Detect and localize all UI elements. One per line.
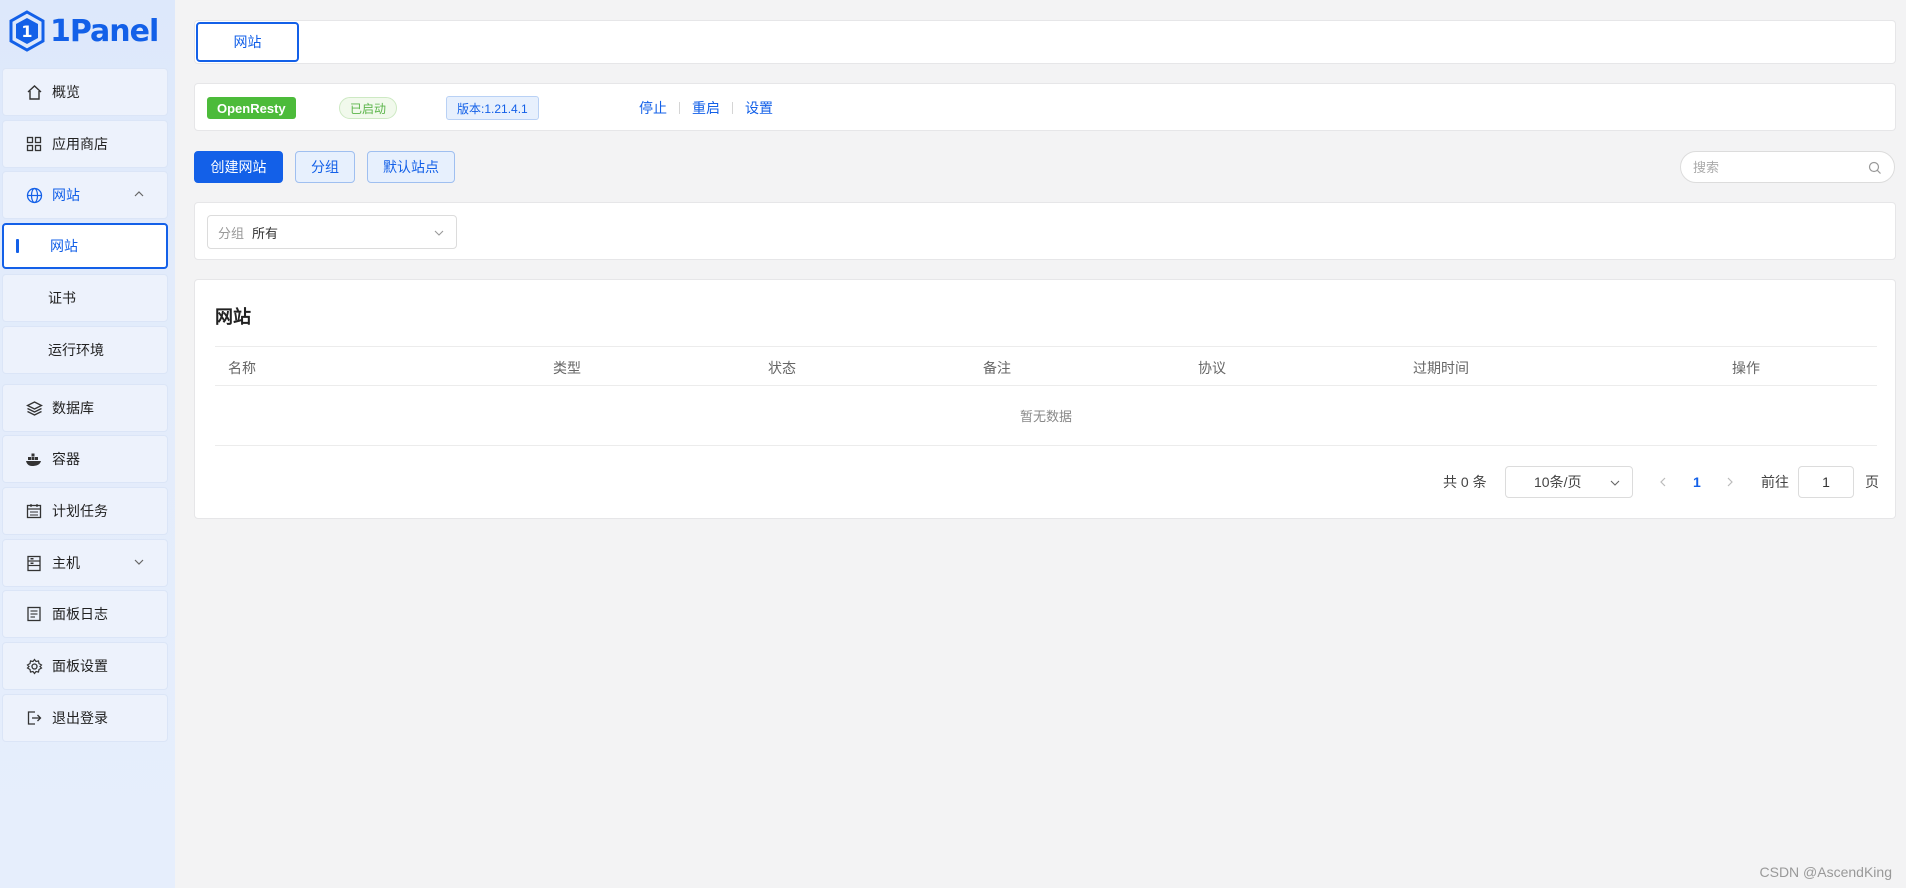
column-header-name[interactable]: 名称	[228, 358, 256, 378]
sidebar-item-label: 主机	[52, 555, 80, 571]
restart-link[interactable]: 重启	[692, 98, 720, 118]
column-header-protocol[interactable]: 协议	[1198, 358, 1226, 378]
chevron-right-icon	[1727, 477, 1733, 487]
logo[interactable]: 1 1Panel	[8, 10, 168, 52]
column-header-actions: 操作	[1732, 360, 1760, 376]
chevron-down-icon	[434, 230, 444, 236]
next-page-button[interactable]	[1725, 466, 1735, 498]
server-icon	[25, 554, 43, 572]
sidebar-item-container[interactable]: 容器	[2, 435, 168, 483]
sidebar-item-label: 退出登录	[52, 710, 108, 726]
stop-link[interactable]: 停止	[639, 98, 667, 118]
grid-icon	[25, 135, 43, 153]
watermark: CSDN @AscendKing	[1759, 864, 1893, 880]
filter-bar: 分组 所有	[194, 202, 1896, 260]
table-title: 网站	[215, 307, 251, 327]
status-badge: 已启动	[339, 97, 398, 119]
default-site-button[interactable]: 默认站点	[367, 151, 455, 183]
sidebar-subitem-runtime[interactable]: 运行环境	[2, 326, 168, 374]
chevron-down-icon	[1610, 480, 1620, 486]
goto-label: 前往	[1761, 474, 1789, 490]
divider	[679, 102, 680, 114]
chevron-left-icon	[1660, 477, 1666, 487]
column-header-remark[interactable]: 备注	[983, 358, 1011, 378]
sidebar-item-label: 网站	[52, 187, 80, 203]
sidebar-item-label: 概览	[52, 84, 80, 100]
sidebar-item-overview[interactable]: 概览	[2, 68, 168, 116]
sidebar-item-label: 面板日志	[52, 606, 108, 622]
group-select-label: 分组	[218, 225, 245, 241]
calendar-icon	[25, 502, 43, 520]
sidebar-subitem-label: 证书	[48, 290, 76, 306]
sidebar-item-host[interactable]: 主机	[2, 539, 168, 587]
app-status-bar: OpenResty 已启动 版本:1.21.4.1 停止 重启 设置	[194, 83, 1896, 131]
sidebar-subitem-certificate[interactable]: 证书	[2, 274, 168, 322]
chevron-up-icon	[134, 191, 144, 197]
page-suffix: 页	[1865, 474, 1879, 490]
column-header-status[interactable]: 状态	[768, 358, 796, 378]
search-input[interactable]	[1693, 159, 1863, 175]
pagination-total: 共 0 条	[1443, 474, 1487, 490]
sidebar-item-database[interactable]: 数据库	[2, 384, 168, 432]
app-actions: 停止 重启 设置	[639, 98, 773, 118]
sidebar-item-label: 面板设置	[52, 658, 108, 674]
create-website-button[interactable]: 创建网站	[194, 151, 283, 183]
page-size-value: 10条/页	[1534, 474, 1582, 490]
sidebar-subitem-label: 网站	[50, 238, 78, 254]
docker-icon	[25, 450, 43, 468]
sidebar-item-appstore[interactable]: 应用商店	[2, 120, 168, 168]
group-button[interactable]: 分组	[295, 151, 355, 183]
search-box	[1680, 151, 1895, 183]
settings-link[interactable]: 设置	[745, 98, 773, 118]
sidebar-item-website[interactable]: 网站	[2, 171, 168, 219]
empty-state: 暂无数据	[215, 386, 1877, 446]
prev-page-button[interactable]	[1658, 466, 1668, 498]
active-indicator	[16, 239, 19, 253]
sidebar: 1 1Panel 概览 应用商店 网站 网站 证书 运行环境 数据库 容器 计划…	[0, 0, 175, 888]
gear-icon	[25, 657, 43, 675]
sidebar-item-panel-settings[interactable]: 面板设置	[2, 642, 168, 690]
sidebar-subitem-label: 运行环境	[48, 342, 104, 358]
log-icon	[25, 605, 43, 623]
page-number-current[interactable]: 1	[1693, 466, 1701, 498]
goto-page-input[interactable]	[1798, 466, 1854, 498]
divider	[732, 102, 733, 114]
version-tag: 版本:1.21.4.1	[446, 96, 539, 120]
sidebar-item-label: 应用商店	[52, 136, 108, 152]
sidebar-subitem-website[interactable]: 网站	[2, 223, 168, 269]
page-size-select[interactable]: 10条/页	[1505, 466, 1633, 498]
group-select-value: 所有	[252, 225, 279, 241]
tab-website[interactable]: 网站	[196, 22, 299, 62]
table-header: 名称 类型 状态 备注 协议 过期时间 操作	[215, 346, 1877, 386]
app-name-tag: OpenResty	[207, 97, 296, 119]
logout-icon	[25, 709, 43, 727]
sidebar-item-label: 容器	[52, 451, 80, 467]
logo-text: 1Panel	[50, 13, 159, 49]
layers-icon	[25, 399, 43, 417]
sidebar-item-cron[interactable]: 计划任务	[2, 487, 168, 535]
sidebar-item-panel-log[interactable]: 面板日志	[2, 590, 168, 638]
globe-icon	[25, 186, 43, 204]
column-header-type[interactable]: 类型	[553, 358, 581, 378]
chevron-down-icon	[134, 559, 144, 565]
logo-hexagon-icon: 1	[9, 10, 45, 52]
website-table-card: 网站 名称 类型 状态 备注 协议 过期时间 操作 暂无数据 共 0 条 10条…	[194, 279, 1896, 519]
group-select[interactable]: 分组 所有	[207, 215, 457, 249]
search-icon[interactable]	[1868, 161, 1882, 175]
tab-bar: 网站	[194, 20, 1896, 64]
svg-text:1: 1	[21, 22, 32, 41]
home-icon	[25, 83, 43, 101]
sidebar-item-label: 数据库	[52, 400, 94, 416]
sidebar-item-label: 计划任务	[52, 503, 108, 519]
sidebar-item-logout[interactable]: 退出登录	[2, 694, 168, 742]
column-header-expire-time[interactable]: 过期时间	[1413, 358, 1469, 378]
